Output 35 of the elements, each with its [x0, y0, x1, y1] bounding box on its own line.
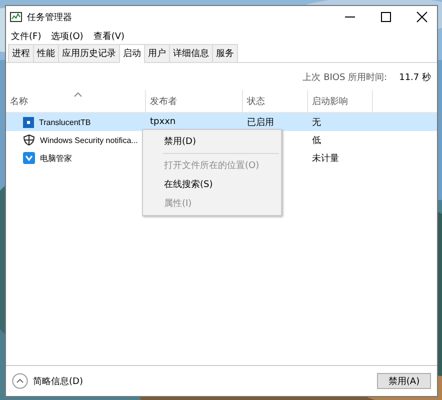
- column-header[interactable]: 状态: [243, 90, 308, 112]
- column-header[interactable]: 发布者: [146, 90, 243, 112]
- tab[interactable]: 服务: [212, 44, 238, 62]
- menu-item[interactable]: 查看(V): [93, 30, 124, 42]
- row-highlight: [373, 113, 437, 131]
- bios-time-value: 11.7 秒: [399, 72, 431, 84]
- bios-time-label: 上次 BIOS 所用时间:: [302, 72, 388, 84]
- tab[interactable]: 应用历史记录: [58, 44, 120, 62]
- table-cell[interactable]: Windows Security notifica...: [6, 131, 146, 149]
- table-cell-text: 未计量: [311, 152, 340, 166]
- tab[interactable]: 启动: [119, 44, 145, 63]
- tab[interactable]: 用户: [144, 44, 170, 62]
- shield-icon: [23, 134, 35, 146]
- menu-item[interactable]: 文件(F): [11, 30, 42, 42]
- collapse-icon[interactable]: [12, 373, 28, 389]
- shield-icon: [23, 152, 35, 164]
- table-cell-text: 低: [311, 134, 322, 148]
- app-tile-icon: [23, 116, 34, 128]
- table-cell: 已启用: [243, 113, 308, 131]
- menu-item[interactable]: 选项(O): [51, 30, 84, 42]
- context-menu-item[interactable]: 禁用(D): [143, 132, 281, 151]
- fewer-details-link[interactable]: 简略信息(D): [33, 374, 83, 388]
- context-menu-item[interactable]: 在线搜索(S): [143, 175, 281, 194]
- table-cell[interactable]: 电脑管家: [6, 149, 146, 167]
- tab[interactable]: 进程: [8, 44, 34, 62]
- column-header[interactable]: 启动影响: [308, 90, 373, 112]
- window-title: 任务管理器: [27, 12, 72, 24]
- tab[interactable]: 性能: [33, 44, 59, 62]
- table-cell[interactable]: TranslucentTB: [6, 113, 146, 131]
- sort-up-icon: [74, 92, 82, 97]
- table-cell: 无: [308, 113, 373, 131]
- tab[interactable]: 详细信息: [169, 44, 213, 62]
- column-header[interactable]: 名称: [6, 90, 146, 112]
- app-icon: [10, 11, 22, 23]
- disable-button[interactable]: 禁用(A): [377, 373, 431, 389]
